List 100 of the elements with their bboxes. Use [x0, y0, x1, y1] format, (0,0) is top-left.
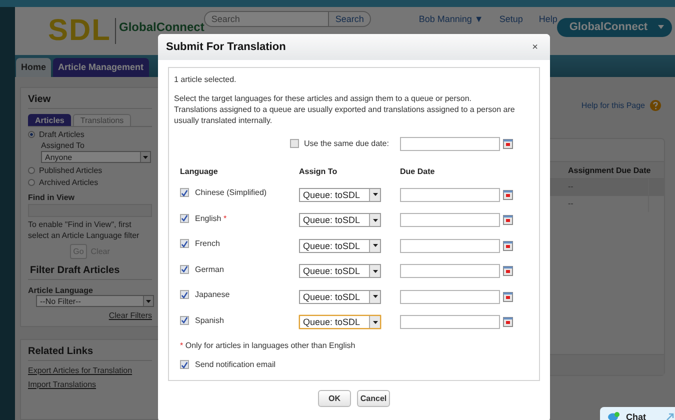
nav-tab[interactable]: Home: [16, 58, 52, 77]
instruction-text: Translations assigned to a queue are usually exported and translations assigned to a person are usually translated internally.: [174, 104, 516, 126]
help-icon: [650, 100, 661, 111]
logo-mark: SDL: [48, 16, 111, 46]
checkbox[interactable]: [180, 239, 189, 248]
column-header: Assign To: [299, 167, 338, 178]
language-label: Spanish: [195, 316, 224, 325]
footnote-text: * Only for articles in languages other than English: [180, 341, 356, 350]
check-icon: [181, 214, 188, 222]
caret-icon: [658, 25, 664, 29]
clear-filters-link[interactable]: Clear Filters: [108, 311, 152, 320]
checkbox[interactable]: [180, 188, 189, 198]
check-icon: [181, 316, 188, 324]
checkbox[interactable]: [180, 360, 189, 369]
section-title: Filter Draft Articles: [28, 265, 152, 280]
calendar-icon: [503, 266, 513, 276]
language-label: French: [195, 239, 220, 248]
date-field[interactable]: [400, 238, 500, 253]
header-link[interactable]: Setup: [499, 14, 523, 24]
arrow-icon: [666, 413, 674, 420]
radio-button[interactable]: [28, 131, 35, 138]
check-icon: [181, 265, 188, 274]
queue-dropdown[interactable]: Queue: toSDL: [299, 264, 381, 278]
ok-button[interactable]: OK: [318, 390, 351, 407]
queue-dropdown[interactable]: Queue: toSDL: [299, 238, 381, 253]
field-label: Assigned To: [41, 141, 86, 150]
view-tab[interactable]: Articles: [28, 114, 72, 126]
queue-dropdown[interactable]: Queue: toSDL: [299, 213, 381, 228]
date-field[interactable]: [400, 213, 500, 228]
checkbox[interactable]: [290, 139, 299, 148]
related-link[interactable]: Export Articles for Translation: [28, 366, 132, 375]
checkbox[interactable]: [180, 316, 189, 325]
user-menu[interactable]: Bob Manning ▼: [418, 14, 484, 24]
table-cell: --: [564, 179, 649, 195]
date-field[interactable]: [400, 290, 500, 304]
cancel-button[interactable]: Cancel: [357, 390, 390, 407]
caret-icon: [372, 295, 378, 298]
check-icon: [181, 240, 188, 248]
language-label: German: [195, 264, 224, 274]
checkbox[interactable]: [180, 264, 189, 274]
view-tab[interactable]: Translations: [73, 114, 131, 126]
hint-text: To enable "Find in View", first select an Article Language filter: [28, 219, 140, 241]
calendar-icon: [503, 215, 513, 226]
calendar-icon: [503, 240, 513, 251]
checkbox-label: Send notification email: [195, 360, 276, 369]
queue-dropdown[interactable]: Queue: toSDL: [299, 315, 381, 330]
calendar-icon: [503, 190, 513, 200]
search-button[interactable]: Search: [329, 11, 371, 27]
queue-dropdown[interactable]: Queue: toSDL: [299, 188, 381, 202]
caret-icon: [372, 244, 378, 248]
date-field[interactable]: [400, 188, 500, 202]
check-icon: [181, 290, 188, 299]
field-label: Article Language: [28, 286, 94, 295]
assignee-dropdown[interactable]: Anyone: [41, 151, 151, 163]
caret-icon: [372, 218, 378, 222]
radio-button[interactable]: [28, 179, 35, 186]
panel-title: Related Links: [28, 346, 152, 361]
caret-icon: [372, 270, 378, 273]
caret-icon: [143, 156, 148, 158]
related-link[interactable]: Import Translations: [28, 380, 96, 389]
language-label: English *: [195, 214, 227, 223]
close-button[interactable]: ×: [532, 42, 538, 52]
date-field[interactable]: [400, 264, 500, 278]
selection-count: 1 article selected.: [174, 75, 238, 84]
date-field[interactable]: [400, 136, 500, 151]
panel-title: View: [28, 94, 152, 109]
language-dropdown[interactable]: --No Filter--: [36, 295, 154, 307]
calendar-icon: [503, 138, 513, 149]
chat-widget[interactable]: Chat: [600, 407, 675, 420]
dialog-title: Submit For Translation: [166, 41, 286, 53]
column-header: Assignment Due Date: [567, 166, 652, 174]
calendar-icon: [503, 292, 513, 302]
date-field[interactable]: [400, 315, 500, 330]
header-link[interactable]: Help: [538, 14, 558, 24]
field-label: Find in View: [28, 193, 76, 202]
queue-dropdown[interactable]: Queue: toSDL: [299, 290, 381, 304]
check-icon: [181, 360, 188, 368]
checkbox[interactable]: [180, 290, 189, 300]
caret-icon: [372, 193, 378, 196]
column-header: Language: [180, 167, 219, 178]
radio-button[interactable]: [28, 167, 35, 174]
help-link[interactable]: Help for this Page: [581, 101, 645, 110]
checkbox-label: Use the same due date:: [304, 139, 389, 148]
language-label: Chinese (Simplified): [195, 188, 267, 198]
radio-label: Published Articles: [39, 166, 102, 175]
check-icon: [181, 188, 188, 197]
column-header: Due Date: [400, 167, 436, 178]
app-switcher-button[interactable]: GlobalConnect: [557, 18, 672, 36]
logo-text: GlobalConnect: [119, 20, 204, 34]
checkbox[interactable]: [180, 214, 189, 223]
radio-label: Draft Articles: [39, 130, 84, 139]
caret-icon: [146, 300, 151, 302]
nav-tab[interactable]: Article Management: [53, 58, 149, 77]
instruction-text: Select the target languages for these articles and assign them to a queue or person.: [174, 93, 473, 104]
search-field[interactable]: Search: [204, 11, 330, 27]
calendar-icon: [503, 317, 513, 328]
table-cell: --: [564, 196, 649, 212]
caret-icon: [372, 320, 378, 324]
chat-bubble-icon: [608, 412, 620, 420]
radio-label: Archived Articles: [39, 178, 98, 187]
